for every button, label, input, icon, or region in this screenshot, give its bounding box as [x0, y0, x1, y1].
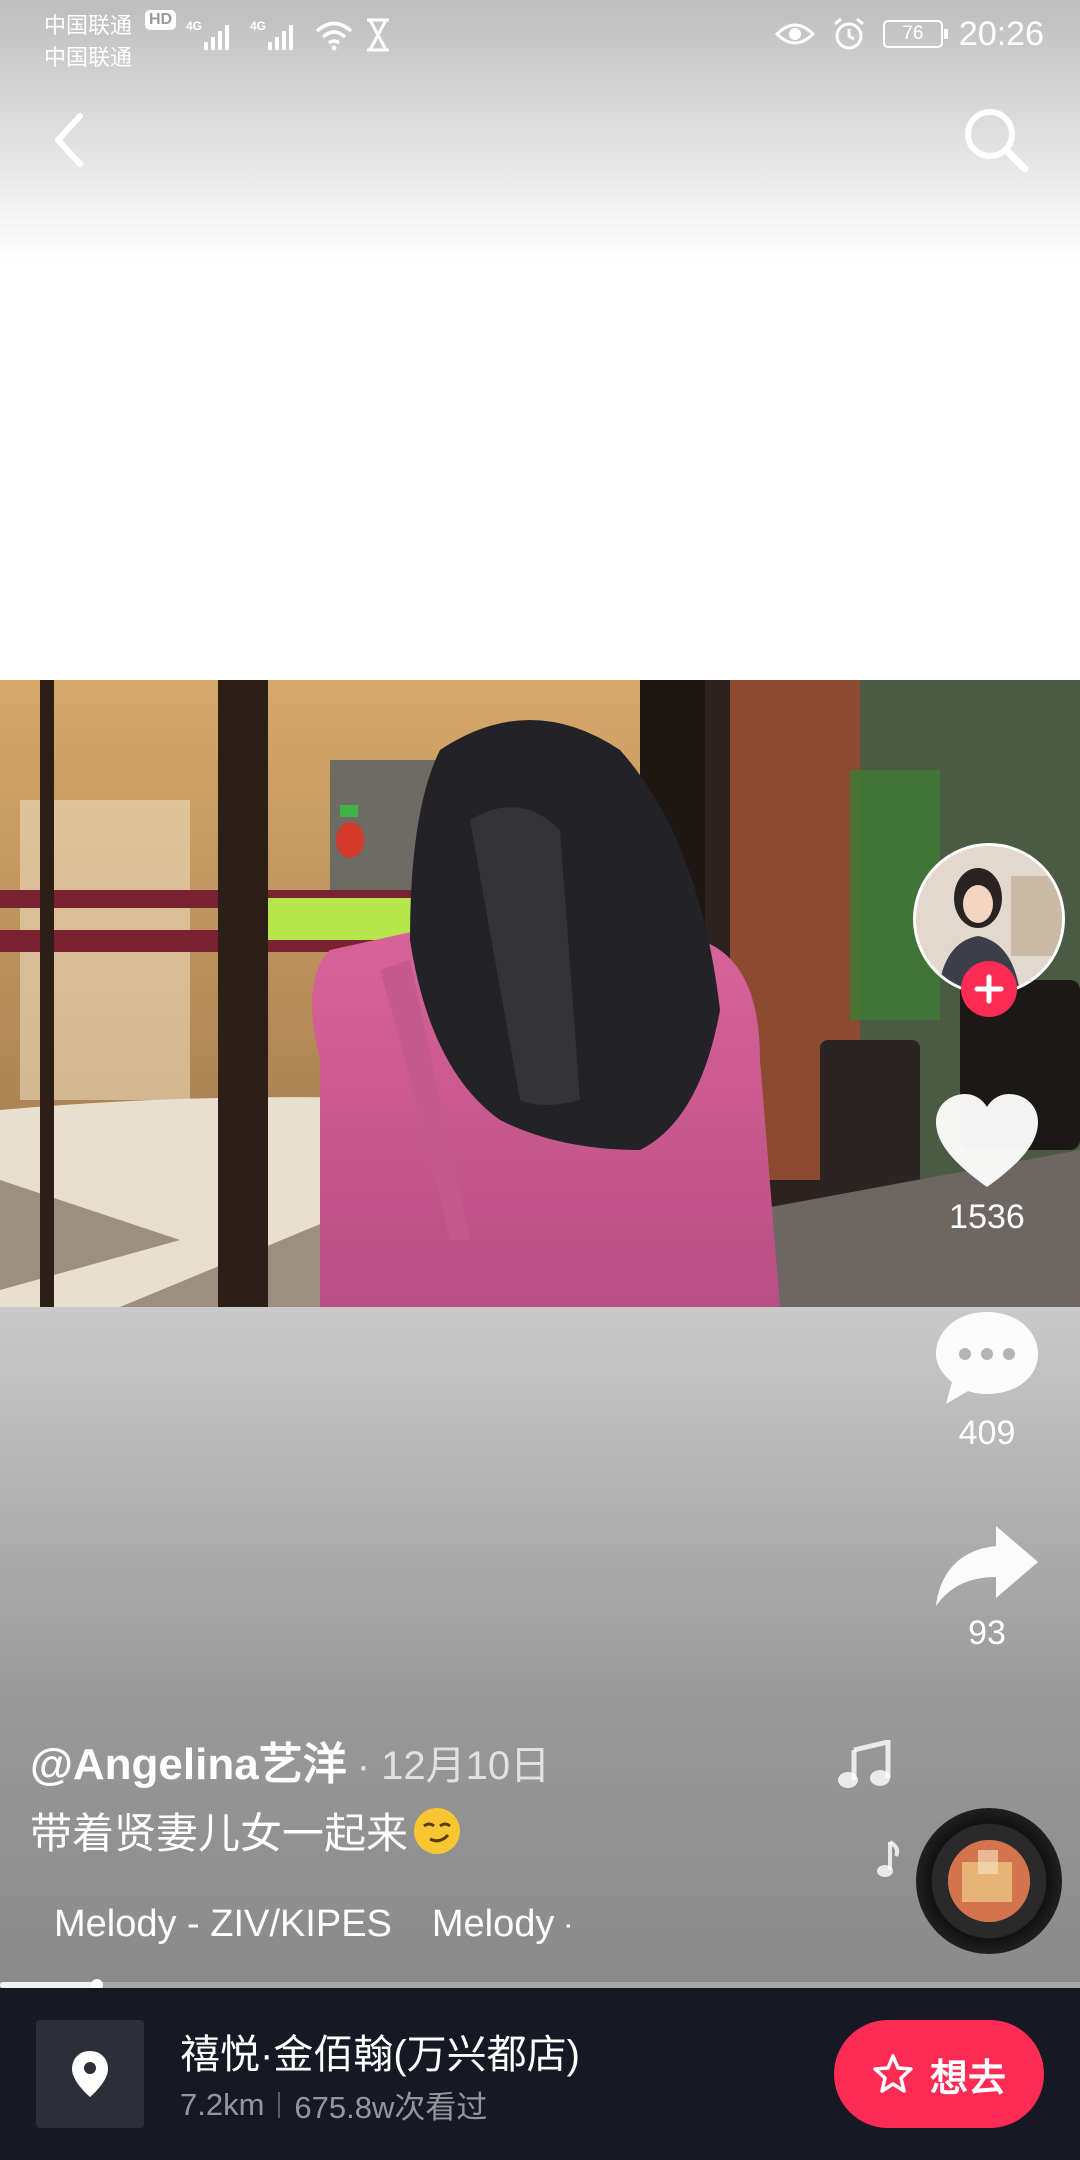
share-arrow-icon[interactable] — [932, 1522, 1042, 1608]
author-line: @Angelina艺洋 · 12月10日 — [30, 1728, 550, 1792]
star-icon — [873, 2054, 913, 2093]
author-avatar-button[interactable] — [913, 843, 1065, 1017]
music-title-scroll: Melody - ZIV/KIPES — [431, 1902, 570, 1945]
like-action[interactable]: 1536 — [912, 1092, 1062, 1237]
hd-badge: HD — [145, 10, 177, 30]
location-meta: 7.2km 675.8w次看过 — [180, 2082, 487, 2127]
cell-signal-icon-2: 4G — [250, 19, 293, 50]
network-type-1: 4G — [186, 19, 202, 33]
status-right: 76 20:26 — [774, 14, 1044, 54]
smirk-emoji-icon — [414, 1807, 461, 1854]
location-name[interactable]: 禧悦·金佰翰(万兴都店) — [180, 2022, 580, 2080]
search-icon — [965, 109, 1029, 173]
status-time: 20:26 — [958, 14, 1044, 53]
back-button[interactable] — [30, 100, 110, 180]
music-disc-cover — [948, 1840, 1030, 1922]
music-note-small-icon — [877, 1840, 900, 1877]
status-bar: 中国联通 中国联通 HD 4G 4G 76 20:26 — [0, 0, 1080, 70]
location-views: 675.8w次看过 — [294, 2090, 488, 2125]
location-icon-box — [36, 2020, 144, 2128]
like-count: 1536 — [949, 1198, 1025, 1236]
comment-bubble-icon[interactable] — [932, 1308, 1042, 1408]
heart-icon[interactable] — [932, 1092, 1042, 1192]
music-disc-button[interactable] — [916, 1808, 1062, 1954]
alarm-icon — [833, 17, 864, 50]
want-to-go-button[interactable]: 想去 — [834, 2020, 1044, 2128]
eye-comfort-icon — [774, 23, 815, 45]
cell-signal-icon-1: 4G — [186, 19, 229, 50]
caption-text: 带着贤妻儿女一起来 — [30, 1810, 409, 1857]
post-date: · 12月10日 — [356, 1744, 551, 1788]
wifi-icon — [315, 21, 353, 51]
location-bar[interactable]: 禧悦·金佰翰(万兴都店) 7.2km 675.8w次看过 想去 — [0, 1988, 1080, 2160]
chevron-left-icon — [55, 113, 83, 167]
search-button[interactable] — [956, 100, 1036, 180]
battery-indicator: 76 — [882, 20, 948, 48]
meta-divider — [278, 2091, 281, 2118]
music-line[interactable]: Melody - ZIV/KIPES Melody - ZIV/KIPES — [30, 1894, 570, 1954]
location-pin-icon — [72, 2051, 108, 2097]
comment-action[interactable]: 409 — [912, 1308, 1062, 1453]
share-count: 93 — [968, 1614, 1006, 1652]
location-distance: 7.2km — [180, 2086, 265, 2122]
music-cover-image — [948, 1840, 1030, 1922]
post-caption: 带着贤妻儿女一起来 — [30, 1800, 462, 1861]
follow-button[interactable] — [961, 961, 1017, 1017]
hourglass-icon — [367, 18, 389, 52]
plus-icon — [974, 974, 1004, 1004]
music-note-icon — [838, 1740, 891, 1788]
share-action[interactable]: 93 — [912, 1522, 1062, 1653]
comment-count: 409 — [958, 1414, 1016, 1452]
network-type-2: 4G — [250, 19, 266, 33]
music-title: Melody - ZIV/KIPES — [54, 1902, 392, 1945]
carrier-label-2: 中国联通 — [44, 45, 133, 70]
want-to-go-label: 想去 — [929, 2057, 1006, 2100]
author-name[interactable]: @Angelina艺洋 — [30, 1740, 347, 1789]
carrier-label-1: 中国联通 — [44, 13, 133, 38]
